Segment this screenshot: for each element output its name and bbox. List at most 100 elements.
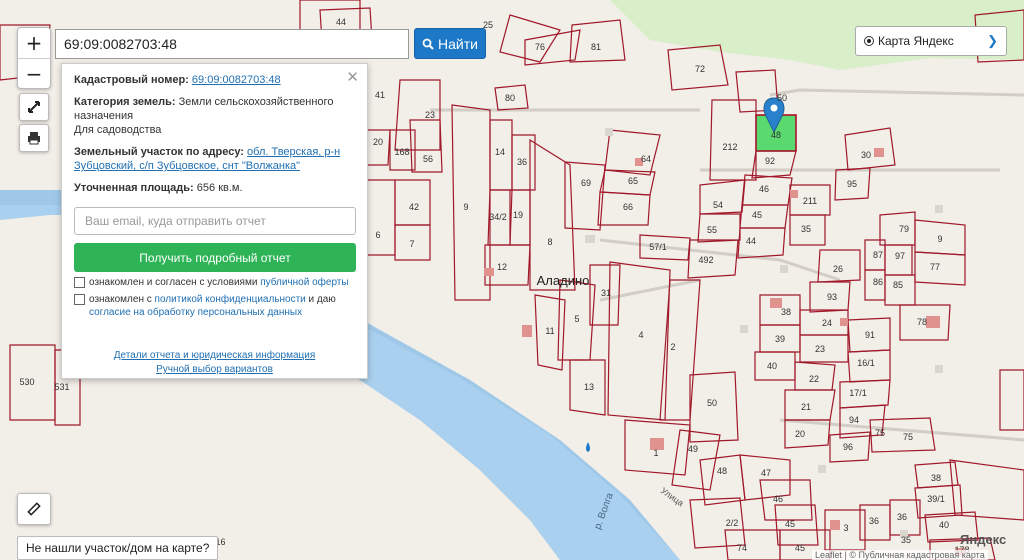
svg-text:50: 50 [777, 93, 787, 103]
svg-text:20: 20 [373, 137, 383, 147]
offer-checkbox-row: ознакомлен и согласен с условиями публич… [74, 276, 355, 289]
svg-text:24: 24 [822, 318, 832, 328]
popup-footer: Детали отчета и юридическая информация Р… [74, 349, 355, 377]
svg-text:54: 54 [713, 200, 723, 210]
svg-text:26: 26 [833, 264, 843, 274]
svg-text:9: 9 [937, 234, 942, 244]
address-row: Земельный участок по адресу: обл. Тверск… [74, 145, 355, 173]
print-button[interactable] [19, 124, 49, 152]
svg-text:39/1: 39/1 [927, 494, 945, 504]
svg-text:44: 44 [746, 236, 756, 246]
svg-text:531: 531 [54, 382, 69, 392]
svg-text:93: 93 [827, 292, 837, 302]
not-found-button[interactable]: Не нашли участок/дом на карте? [17, 536, 219, 560]
svg-text:78: 78 [917, 317, 927, 327]
parcel-info-popup: ✕ Кадастровый номер: 69:09:0082703:48 Ка… [61, 63, 368, 379]
svg-text:95: 95 [847, 179, 857, 189]
offer-checkbox[interactable] [74, 277, 85, 288]
offer-link[interactable]: публичной оферты [260, 277, 348, 288]
svg-text:48: 48 [771, 130, 781, 140]
email-input[interactable]: Ваш email, куда отправить отчет [74, 207, 356, 235]
svg-text:79: 79 [899, 224, 909, 234]
svg-text:22: 22 [809, 374, 819, 384]
zoom-control: + − [17, 27, 51, 89]
svg-text:3: 3 [843, 523, 848, 533]
svg-text:12: 12 [497, 262, 507, 272]
svg-text:4: 4 [638, 330, 643, 340]
svg-text:30: 30 [861, 150, 871, 160]
privacy-checkbox-row: ознакомлен с политикой конфиденциальност… [74, 293, 355, 319]
find-button[interactable]: Найти [414, 28, 486, 59]
svg-text:86: 86 [873, 277, 883, 287]
svg-text:39: 39 [775, 334, 785, 344]
cadastral-link[interactable]: 69:09:0082703:48 [192, 74, 281, 86]
details-link[interactable]: Детали отчета и юридическая информация [114, 350, 316, 361]
svg-text:80: 80 [505, 93, 515, 103]
manual-select-link[interactable]: Ручной выбор вариантов [156, 364, 273, 375]
ruler-icon [27, 502, 41, 516]
radio-icon [864, 36, 874, 46]
get-report-button[interactable]: Получить подробный отчет [74, 243, 356, 272]
svg-text:65: 65 [628, 176, 638, 186]
svg-text:212: 212 [722, 142, 737, 152]
area-value: 656 кв.м. [196, 182, 243, 194]
svg-text:2: 2 [670, 342, 675, 352]
svg-text:34/2: 34/2 [489, 212, 507, 222]
zoom-out-button[interactable]: − [18, 59, 50, 89]
svg-text:8: 8 [547, 237, 552, 247]
svg-text:1: 1 [653, 448, 658, 458]
svg-text:47: 47 [761, 468, 771, 478]
layer-label: Карта Яндекс [878, 34, 954, 48]
svg-text:49: 49 [688, 444, 698, 454]
svg-text:36: 36 [517, 157, 527, 167]
svg-text:530: 530 [19, 377, 34, 387]
svg-text:16/1: 16/1 [857, 358, 875, 368]
search-input[interactable]: 69:09:0082703:48 [55, 29, 409, 59]
svg-text:85: 85 [893, 280, 903, 290]
svg-text:64: 64 [641, 154, 651, 164]
svg-text:13: 13 [584, 382, 594, 392]
svg-text:97: 97 [895, 251, 905, 261]
svg-text:77: 77 [930, 262, 940, 272]
map-layer-select[interactable]: Карта Яндекс ❯ [855, 26, 1007, 56]
category-row: Категория земель: Земли сельскохозяйстве… [74, 95, 355, 137]
svg-text:11: 11 [545, 326, 554, 336]
svg-text:14: 14 [495, 147, 505, 157]
ruler-button[interactable] [17, 493, 51, 525]
fullscreen-icon [28, 101, 40, 113]
svg-text:75: 75 [903, 432, 913, 442]
svg-text:46: 46 [773, 494, 783, 504]
privacy-link[interactable]: политикой конфиденциальности [155, 294, 306, 305]
consent-link[interactable]: согласие на обработку персональных данны… [89, 307, 302, 318]
fullscreen-button[interactable] [19, 93, 49, 121]
svg-text:40: 40 [939, 520, 949, 530]
cadastral-label: Кадастровый номер: [74, 74, 189, 86]
svg-text:46: 46 [759, 184, 769, 194]
search-icon [422, 38, 434, 50]
yandex-logo: Яндекс [960, 532, 1007, 547]
svg-text:35: 35 [801, 224, 811, 234]
village-label: Аладино [537, 273, 590, 288]
svg-text:31: 31 [601, 288, 611, 298]
area-row: Уточненная площадь: 656 кв.м. [74, 181, 355, 195]
close-icon[interactable]: ✕ [346, 68, 359, 86]
svg-text:87: 87 [873, 250, 883, 260]
svg-text:45: 45 [752, 210, 762, 220]
svg-text:72: 72 [695, 64, 705, 74]
svg-text:2/2: 2/2 [726, 518, 739, 528]
privacy-checkbox[interactable] [74, 294, 85, 305]
find-button-label: Найти [438, 35, 478, 52]
zoom-in-button[interactable]: + [18, 28, 50, 59]
privacy-tail: и даю [308, 294, 336, 305]
svg-text:45: 45 [785, 519, 795, 529]
chevron-down-icon: ❯ [987, 33, 998, 48]
svg-text:19: 19 [513, 210, 523, 220]
category-label: Категория земель: [74, 96, 176, 108]
svg-text:7: 7 [409, 239, 414, 249]
cadastral-row: Кадастровый номер: 69:09:0082703:48 [74, 73, 355, 87]
address-label: Земельный участок по адресу: [74, 146, 244, 158]
offer-text: ознакомлен и согласен с условиями [89, 277, 258, 288]
svg-text:66: 66 [623, 202, 633, 212]
svg-text:42: 42 [409, 202, 419, 212]
svg-text:38: 38 [781, 307, 791, 317]
